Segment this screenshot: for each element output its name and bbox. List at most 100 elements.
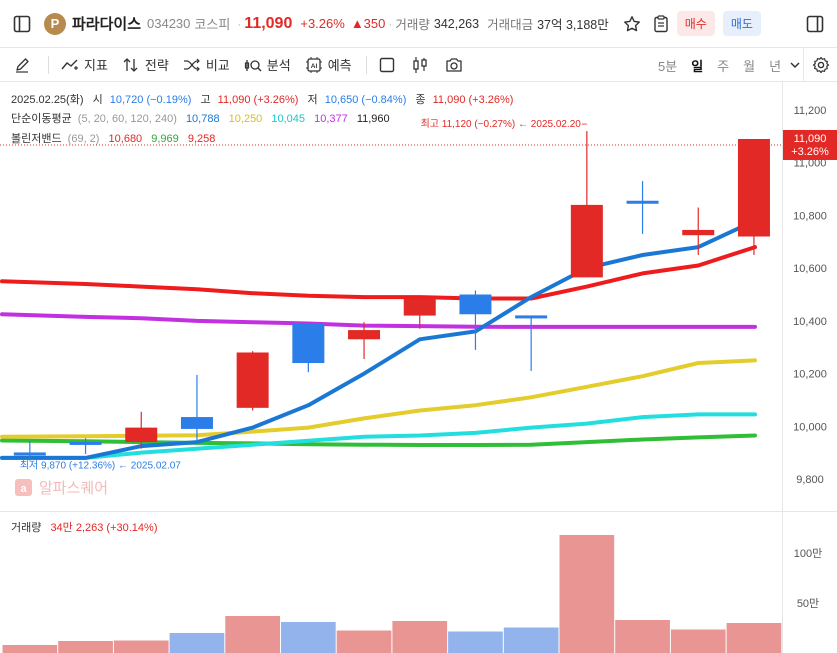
candle-body (403, 298, 436, 316)
candle-body (459, 294, 492, 315)
ma20-value: 10,250 (229, 113, 263, 125)
volume-bar (225, 616, 280, 653)
period-year[interactable]: 년 (769, 56, 781, 75)
strategy-label: 전략 (144, 58, 169, 73)
legend-high-label: 고 (200, 94, 210, 106)
bb-legend[interactable]: 볼린저밴드 (69, 2) 10,680 9,969 9,258 (11, 132, 215, 145)
period-day[interactable]: 일 (691, 56, 703, 75)
ma60-value: 10,045 (271, 113, 305, 125)
compare-icon (183, 58, 200, 71)
svg-text:AI: AI (310, 63, 317, 70)
volume-legend-value: 34만 2,263 (+30.14%) (50, 521, 157, 534)
stock-logo-icon: P (44, 12, 66, 35)
current-price-tag-value: 11,090 (794, 133, 827, 145)
square-icon[interactable] (379, 57, 395, 73)
ma-legend-params: (5, 20, 60, 120, 240) (78, 113, 177, 125)
price-tick-label: 10,200 (793, 369, 827, 381)
volume-bar (281, 622, 336, 653)
candle-body (570, 204, 603, 278)
amount-label: 거래대금 (487, 18, 534, 32)
indicator-button[interactable]: 지표 (61, 55, 108, 74)
volume-value: 342,263 (433, 16, 480, 31)
volume-legend-label: 거래량 (11, 521, 41, 534)
volume-axis: 50만 100만 (794, 547, 822, 610)
volume-tick-label: 50만 (797, 597, 819, 610)
price-tick-label: 9,800 (796, 474, 824, 486)
candle-body (515, 315, 548, 319)
sell-button[interactable]: 매도 (722, 11, 761, 36)
watermark-text: 알파스퀘어 (39, 480, 108, 497)
indicator-label: 지표 (84, 58, 108, 73)
stock-chart[interactable]: 9,80010,00010,20010,40010,60010,80011,00… (0, 82, 837, 653)
ohlc-legend: 2025.02.25(화) 시 10,720 (−0.19%) 고 11,090… (11, 93, 513, 106)
right-panel-toggle-icon[interactable] (793, 0, 837, 48)
candle (348, 322, 381, 360)
ma5-value: 10,788 (186, 113, 220, 125)
volume-bar (113, 640, 169, 653)
volume-bar (2, 645, 58, 653)
price-tick-label: 11,200 (794, 105, 827, 117)
gear-icon (812, 56, 829, 74)
stock-name[interactable]: 파라다이스 (72, 13, 141, 34)
bb-middle-value: 9,969 (151, 133, 179, 145)
memo-icon[interactable] (653, 14, 669, 33)
volume-bar (559, 535, 615, 653)
low-annotation: 최저 9,870 (+12.36%) ← 2025.02.07 (20, 460, 181, 472)
volume-bar (615, 620, 670, 653)
settings-button[interactable] (803, 48, 837, 82)
current-price: 11,090 (244, 14, 293, 32)
candle-body (125, 427, 158, 443)
period-week[interactable]: 주 (717, 56, 729, 75)
period-5min[interactable]: 5분 (658, 56, 677, 75)
sidebar-toggle-icon[interactable] (0, 0, 44, 48)
favorite-star-icon[interactable] (623, 15, 641, 33)
legend-date: 2025.02.25(화) (11, 93, 84, 106)
toolbar-divider (365, 55, 367, 74)
candle-body (626, 200, 659, 204)
ma-legend-label: 단순이동평균 (11, 112, 72, 125)
indicator-icon (61, 59, 78, 70)
compare-button[interactable]: 비교 (183, 55, 230, 74)
strategy-button[interactable]: 전략 (122, 55, 169, 74)
candle-type-icon[interactable] (411, 56, 429, 74)
amount-value: 37억 3,188만 (537, 18, 609, 32)
analysis-label: 분석 (266, 58, 291, 73)
draw-pen-icon[interactable] (14, 57, 30, 73)
price-tick-label: 10,800 (793, 210, 827, 222)
separator-dot: · (237, 16, 242, 31)
legend-close-value: 11,090 (+3.26%) (433, 94, 514, 106)
candle-body (69, 441, 102, 445)
candle-body (292, 323, 325, 364)
candle (515, 315, 548, 371)
period-month[interactable]: 월 (743, 56, 755, 75)
candle (236, 351, 269, 411)
analysis-icon (244, 59, 262, 71)
volume-bar (670, 629, 726, 653)
ai-icon: AI (305, 56, 322, 73)
chevron-down-icon[interactable] (789, 59, 801, 71)
volume-bar (58, 641, 113, 653)
candle (570, 131, 603, 278)
volume-bar (169, 633, 225, 653)
candle (459, 290, 492, 350)
strategy-icon (123, 57, 138, 72)
legend-close-label: 종 (415, 94, 425, 106)
market-label: 코스피 (194, 17, 231, 32)
bb-upper-value: 10,680 (109, 133, 143, 145)
buy-button[interactable]: 매수 (676, 11, 715, 36)
chart-toolbar: 지표 전략 비교 분석 AI 예측 5분 일 주 월 년 (0, 48, 837, 82)
predict-button[interactable]: AI 예측 (305, 55, 352, 74)
candle (180, 374, 213, 441)
legend-high-value: 11,090 (+3.26%) (218, 94, 299, 106)
candle-body (348, 330, 381, 340)
predict-label: 예측 (327, 58, 352, 73)
candle-body (682, 229, 715, 236)
camera-icon[interactable] (445, 57, 463, 73)
candle (626, 181, 659, 234)
legend-low-value: 10,650 (−0.84%) (325, 94, 407, 106)
ma-legend[interactable]: 단순이동평균 (5, 20, 60, 120, 240) 10,788 10,2… (11, 112, 390, 125)
analysis-button[interactable]: 분석 (244, 55, 291, 74)
ma120-line (0, 312, 757, 329)
price-axis: 9,80010,00010,20010,40010,60010,80011,00… (793, 105, 827, 486)
price-tick-label: 10,000 (793, 421, 827, 433)
